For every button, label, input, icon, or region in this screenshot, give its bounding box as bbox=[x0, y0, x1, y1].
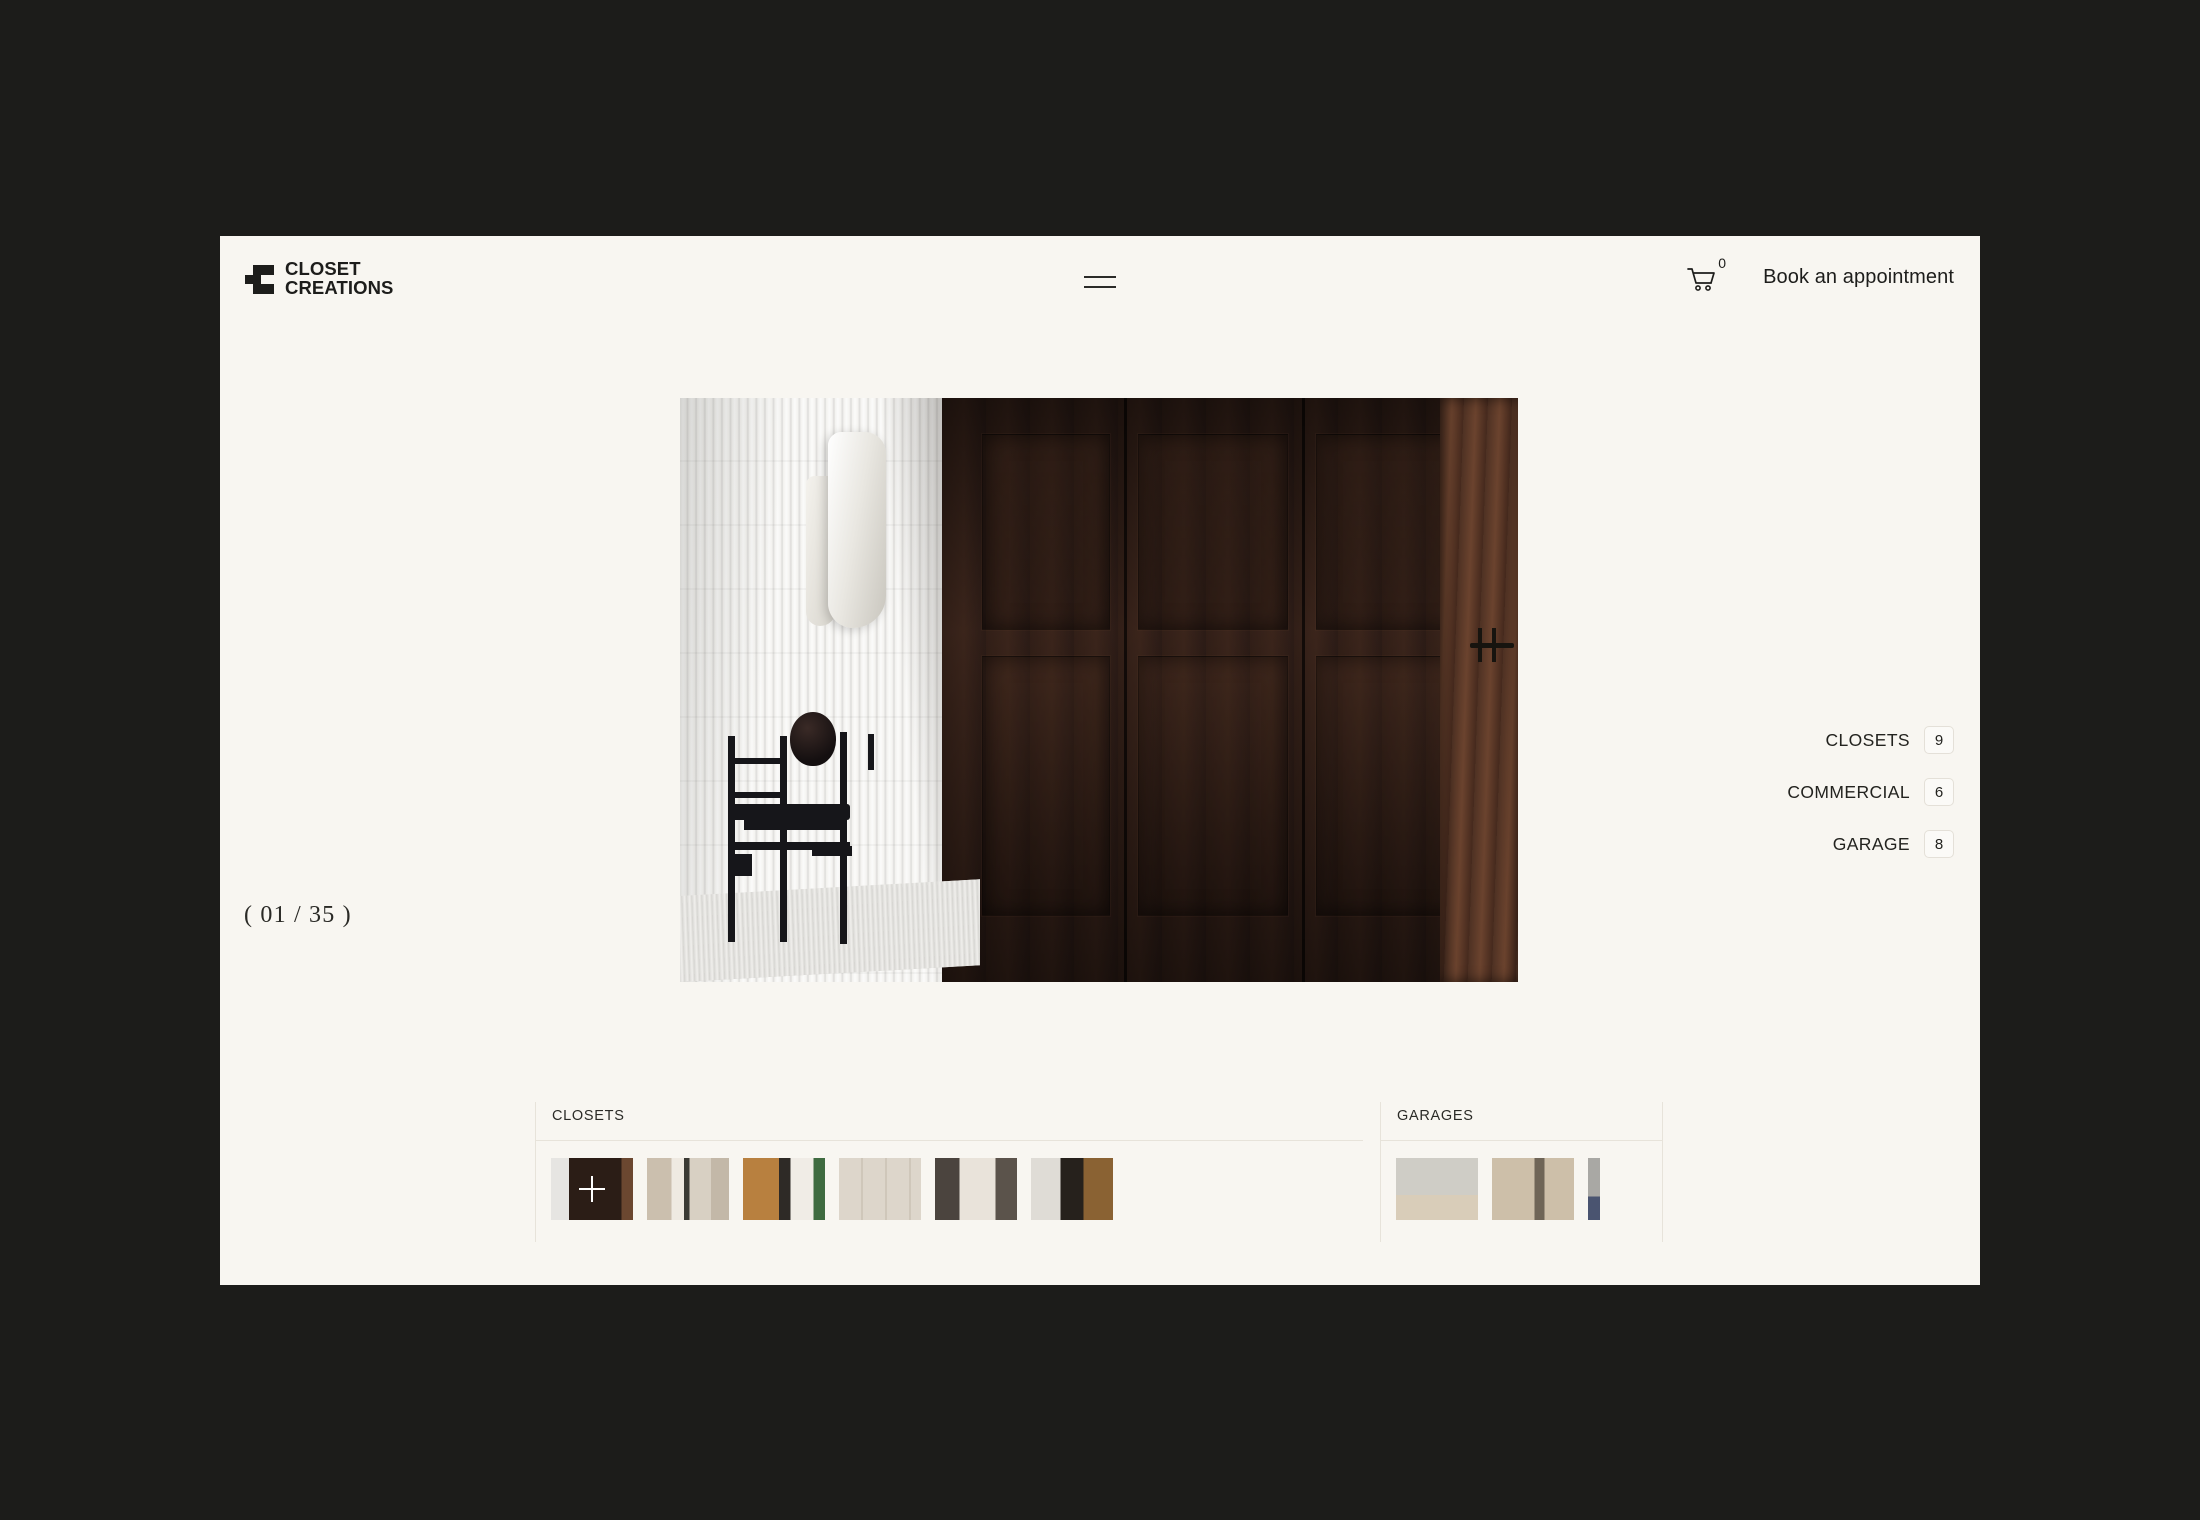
thumb-garage-partial[interactable] bbox=[1588, 1158, 1600, 1220]
category-item-commercial[interactable]: COMMERCIAL 6 bbox=[1787, 778, 1954, 806]
thumbnail-group-garages: GARAGES bbox=[1380, 1102, 1663, 1242]
logo-text: CLOSET CREATIONS bbox=[285, 259, 394, 298]
header-actions: 0 Book an appointment bbox=[1687, 255, 1954, 294]
thumbnail-group-label: GARAGES bbox=[1397, 1108, 1474, 1124]
hero-cloth bbox=[828, 432, 886, 628]
thumb-closet-dark-wood[interactable] bbox=[551, 1158, 633, 1220]
logo[interactable]: CLOSET CREATIONS bbox=[245, 259, 394, 298]
site-card: CLOSET CREATIONS 0 Book an appointment (… bbox=[220, 236, 1980, 1285]
thumb-closet-corridor[interactable] bbox=[647, 1158, 729, 1220]
hero-open-door bbox=[1440, 398, 1518, 982]
logo-line-2: CREATIONS bbox=[285, 276, 394, 298]
thumbnail-list bbox=[1396, 1158, 1600, 1220]
cart-count-badge: 0 bbox=[1718, 255, 1727, 271]
hero-chair bbox=[718, 712, 898, 946]
thumb-closet-white[interactable] bbox=[839, 1158, 921, 1220]
site-header: CLOSET CREATIONS 0 Book an appointment bbox=[220, 236, 1980, 331]
thumbnail-group-label: CLOSETS bbox=[552, 1108, 625, 1124]
category-item-closets[interactable]: CLOSETS 9 bbox=[1787, 726, 1954, 754]
thumb-closet-glass[interactable] bbox=[1031, 1158, 1113, 1220]
category-item-garage[interactable]: GARAGE 8 bbox=[1787, 830, 1954, 858]
thumbnail-group-closets: CLOSETS bbox=[535, 1102, 1363, 1242]
category-label: COMMERCIAL bbox=[1787, 781, 1910, 802]
category-list: CLOSETS 9 COMMERCIAL 6 GARAGE 8 bbox=[1787, 726, 1954, 882]
closet-creations-logo-icon bbox=[245, 264, 274, 294]
shopping-cart-icon bbox=[1687, 268, 1715, 291]
hero-image[interactable] bbox=[680, 398, 1518, 982]
category-count-badge: 8 bbox=[1924, 830, 1954, 858]
category-label: GARAGE bbox=[1832, 833, 1910, 854]
category-count-badge: 9 bbox=[1924, 726, 1954, 754]
page-background: CLOSET CREATIONS 0 Book an appointment (… bbox=[0, 0, 2200, 1520]
thumbnail-list bbox=[551, 1158, 1113, 1220]
door-handle-icon bbox=[1470, 628, 1514, 662]
hamburger-menu-icon[interactable] bbox=[1084, 274, 1116, 290]
thumb-closet-vanity[interactable] bbox=[935, 1158, 1017, 1220]
thumb-garage-empty[interactable] bbox=[1396, 1158, 1478, 1220]
plus-overlay-icon bbox=[579, 1176, 605, 1202]
category-label: CLOSETS bbox=[1825, 729, 1910, 750]
book-appointment-button[interactable]: Book an appointment bbox=[1763, 266, 1954, 289]
thumb-garage-shelving[interactable] bbox=[1492, 1158, 1574, 1220]
thumb-closet-wood-entry[interactable] bbox=[743, 1158, 825, 1220]
thumbnail-strip: CLOSETS GARAGES bbox=[535, 1102, 1663, 1242]
gallery-counter: ( 01 / 35 ) bbox=[244, 902, 352, 928]
category-count-badge: 6 bbox=[1924, 778, 1954, 806]
cart-button[interactable]: 0 bbox=[1687, 255, 1726, 294]
hero-wood-closet bbox=[942, 398, 1518, 982]
